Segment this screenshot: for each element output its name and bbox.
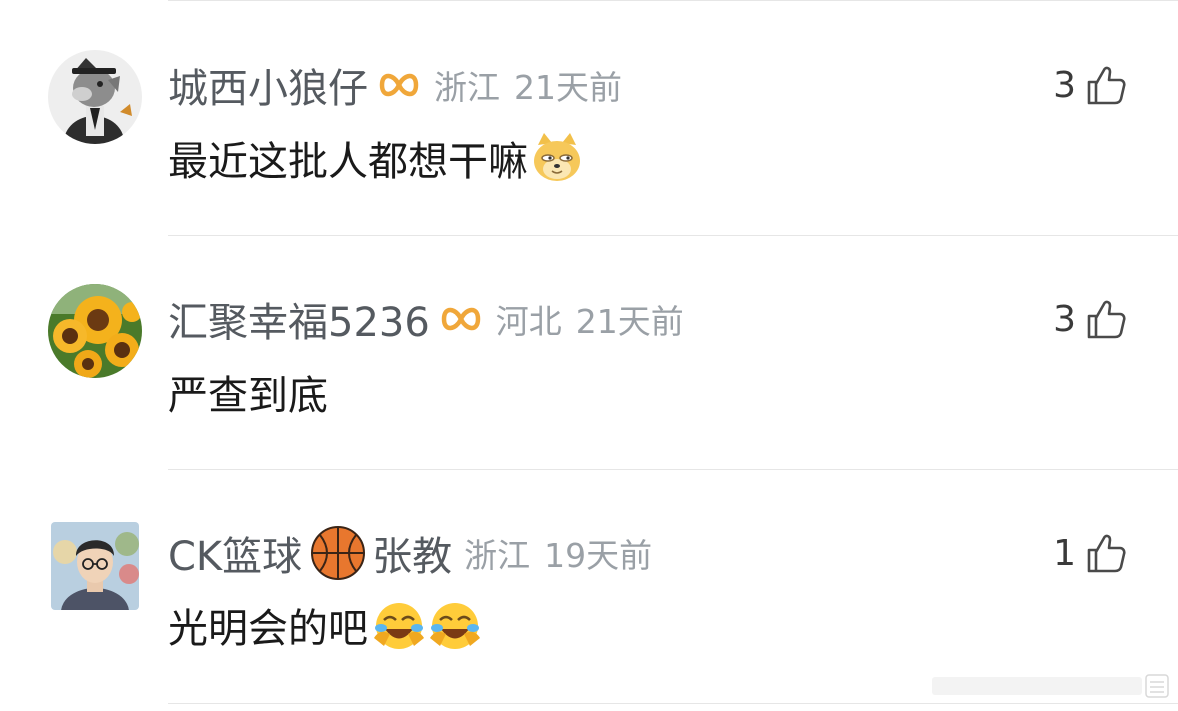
location: 浙江 — [434, 68, 500, 107]
laugh-cry-emoji-icon — [430, 603, 480, 649]
laugh-cry-emoji-icon — [374, 603, 424, 649]
thumbs-up-icon[interactable] — [1086, 298, 1126, 340]
doge-emoji-icon — [534, 133, 580, 181]
comment-item-2: 汇聚幸福5236 河北 21天前 严查到底 3 — [0, 236, 1178, 470]
like-count: 3 — [1053, 298, 1076, 340]
avatar[interactable] — [48, 50, 142, 144]
comment-text: 光明会的吧 — [168, 596, 482, 654]
thumbs-up-icon[interactable] — [1086, 64, 1126, 106]
wolf-avatar-icon — [48, 50, 142, 144]
comment-item-3: CK篮球 张教 浙江 19天前 光明会的吧 1 — [0, 470, 1178, 704]
comment-text: 最近这批人都想干嘛 — [168, 128, 584, 188]
comment-header: CK篮球 张教 浙江 19天前 — [168, 526, 652, 580]
boy-photo-avatar-icon — [51, 522, 139, 610]
watermark-icon — [932, 674, 1169, 698]
comment-header: 汇聚幸福5236 河北 21天前 — [168, 294, 684, 346]
vip-badge-icon — [441, 307, 481, 331]
username[interactable]: 汇聚幸福5236 — [168, 290, 430, 348]
location: 浙江 — [464, 536, 531, 575]
comment-text: 严查到底 — [168, 364, 328, 420]
like-control[interactable]: 3 — [1053, 60, 1126, 110]
avatar[interactable] — [48, 284, 142, 378]
comment-body: 严查到底 — [168, 373, 328, 419]
timestamp: 21天前 — [514, 68, 622, 107]
username-part-1[interactable]: CK篮球 — [168, 524, 302, 582]
like-count: 3 — [1053, 64, 1076, 106]
sunflower-avatar-icon — [48, 284, 142, 378]
comment-meta: 浙江 19天前 — [464, 529, 652, 577]
username[interactable]: 城西小狼仔 — [168, 56, 368, 114]
comment-body: 光明会的吧 — [168, 606, 368, 652]
avatar[interactable] — [51, 522, 139, 610]
thumbs-up-icon[interactable] — [1086, 532, 1126, 574]
divider — [168, 703, 1178, 704]
location: 河北 — [495, 302, 562, 341]
timestamp: 21天前 — [575, 302, 684, 341]
like-control[interactable]: 1 — [1053, 528, 1126, 578]
comment-meta: 河北 21天前 — [496, 295, 684, 343]
comment-body: 最近这批人都想干嘛 — [168, 139, 528, 185]
basketball-icon — [311, 526, 366, 580]
username-part-2[interactable]: 张教 — [372, 524, 452, 582]
vip-badge-icon — [379, 73, 419, 97]
comment-meta: 浙江 21天前 — [434, 61, 622, 109]
like-control[interactable]: 3 — [1053, 294, 1126, 344]
timestamp: 19天前 — [544, 536, 653, 575]
comment-header: 城西小狼仔 浙江 21天前 — [168, 60, 622, 112]
like-count: 1 — [1053, 532, 1076, 574]
comment-item-1: 城西小狼仔 浙江 21天前 最近这批人都想干嘛 3 — [0, 0, 1178, 234]
